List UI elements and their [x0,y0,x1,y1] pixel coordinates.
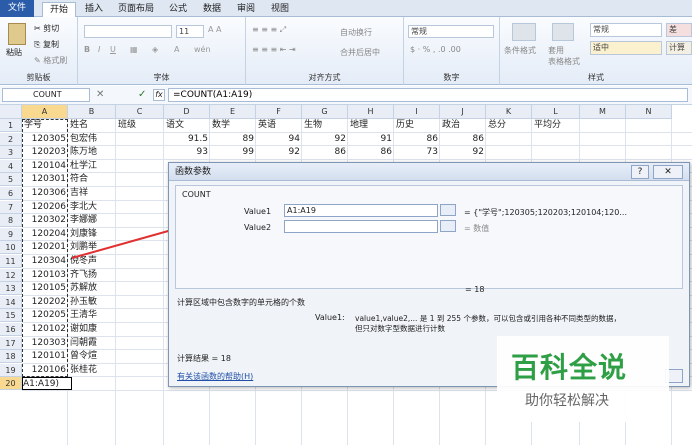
collapse-dialog-icon[interactable] [440,204,456,216]
arg-help-name: Value1: [315,313,345,322]
collapse-dialog-icon-2[interactable] [440,220,456,232]
value2-result: = 数值 [464,224,490,233]
watermark-title: 百科全说 [511,351,628,384]
value2-label: Value2 [244,223,272,232]
function-description: 计算区域中包含数字的单元格的个数 [177,298,305,307]
calc-result: 计算结果 = 18 [177,354,231,363]
close-icon[interactable]: ✕ [653,165,683,179]
help-button[interactable]: ? [631,165,649,179]
dialog-title: 函数参数 [169,163,689,181]
value2-input[interactable] [284,220,438,233]
arg-help-line2: 但只对数字型数据进行计数 [355,324,445,333]
total-result: = 18 [465,285,485,294]
arguments-panel: COUNT Value1 A1:A19 = {"学号";120305;12020… [175,185,683,289]
value1-label: Value1 [244,207,272,216]
watermark-subtitle: 助你轻松解决 [525,393,609,409]
function-name: COUNT [182,190,211,199]
watermark: 百科全说 助你轻松解决 [497,336,669,422]
value1-input[interactable]: A1:A19 [284,204,438,217]
help-link[interactable]: 有关该函数的帮助(H) [177,371,253,382]
value1-result: = {"学号";120305;120203;120104;120... [464,208,627,217]
